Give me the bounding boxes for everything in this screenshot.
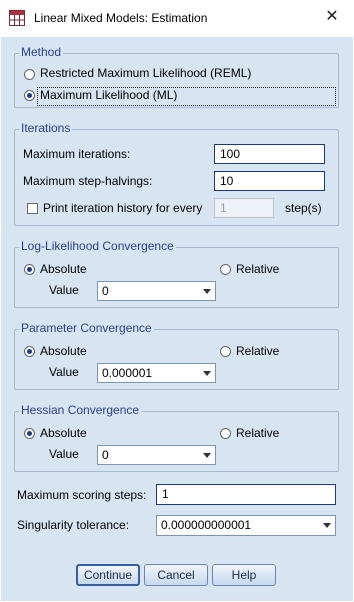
iterations-group: Iterations Maximum iterations: 100 Maxim…	[14, 121, 339, 226]
singularity-tolerance-select[interactable]: 0.000000000001	[156, 515, 336, 536]
continue-button[interactable]: Continue	[76, 564, 140, 586]
singularity-tolerance-label: Singularity tolerance:	[17, 518, 130, 532]
pc-absolute-label[interactable]: Absolute	[40, 344, 87, 358]
print-history-label[interactable]: Print iteration history for every	[43, 201, 202, 215]
max-scoring-steps-label: Maximum scoring steps:	[17, 488, 147, 502]
log-likelihood-legend: Log-Likelihood Convergence	[19, 239, 176, 253]
hc-absolute-radio[interactable]	[24, 428, 35, 439]
hc-value-select[interactable]: 0	[97, 445, 216, 465]
hessian-group: Hessian Convergence Absolute Relative Va…	[14, 403, 339, 472]
max-iterations-label: Maximum iterations:	[23, 147, 131, 161]
spss-grid-icon	[9, 10, 25, 26]
ll-absolute-label[interactable]: Absolute	[40, 262, 87, 276]
parameter-legend: Parameter Convergence	[19, 321, 154, 335]
reml-label[interactable]: Restricted Maximum Likelihood (REML)	[40, 66, 251, 80]
close-icon[interactable]: ✕	[320, 6, 344, 28]
cancel-button[interactable]: Cancel	[144, 564, 208, 586]
title-bar[interactable]: Linear Mixed Models: Estimation ✕	[0, 0, 354, 36]
method-group: Method Restricted Maximum Likelihood (RE…	[14, 45, 339, 108]
ll-absolute-radio[interactable]	[24, 264, 35, 275]
max-step-halvings-input[interactable]: 10	[214, 171, 325, 191]
pc-absolute-radio[interactable]	[24, 346, 35, 357]
chevron-down-icon	[203, 371, 211, 376]
iterations-legend: Iterations	[19, 121, 73, 135]
help-button[interactable]: Help	[212, 564, 276, 586]
ll-relative-radio[interactable]	[220, 264, 231, 275]
chevron-down-icon	[203, 453, 211, 458]
pc-relative-label[interactable]: Relative	[236, 344, 279, 358]
ll-value-label: Value	[49, 283, 79, 297]
reml-radio[interactable]	[24, 69, 35, 80]
dialog-body: Method Restricted Maximum Likelihood (RE…	[1, 37, 353, 601]
hc-value-label: Value	[49, 447, 79, 461]
ml-radio[interactable]	[24, 90, 35, 101]
ll-value-select[interactable]: 0	[97, 281, 216, 301]
ll-value-text: 0	[102, 284, 109, 298]
hc-relative-label[interactable]: Relative	[236, 426, 279, 440]
log-likelihood-group: Log-Likelihood Convergence Absolute Rela…	[14, 239, 339, 308]
pc-value-select[interactable]: 0.000001	[97, 363, 216, 383]
max-scoring-steps-input[interactable]: 1	[156, 484, 336, 505]
ll-relative-label[interactable]: Relative	[236, 262, 279, 276]
step-unit-label: step(s)	[285, 201, 322, 215]
pc-value-text: 0.000001	[102, 366, 153, 380]
pc-value-label: Value	[49, 365, 79, 379]
pc-relative-radio[interactable]	[220, 346, 231, 357]
singularity-tolerance-text: 0.000000000001	[161, 518, 252, 532]
chevron-down-icon	[203, 289, 211, 294]
print-history-steps-input[interactable]: 1	[214, 198, 274, 218]
chevron-down-icon	[323, 523, 331, 528]
ml-label[interactable]: Maximum Likelihood (ML)	[40, 88, 177, 102]
max-iterations-input[interactable]: 100	[214, 144, 325, 164]
hessian-legend: Hessian Convergence	[19, 403, 142, 417]
hc-relative-radio[interactable]	[220, 428, 231, 439]
max-step-halvings-label: Maximum step-halvings:	[23, 174, 153, 188]
method-legend: Method	[19, 45, 64, 59]
window-title: Linear Mixed Models: Estimation	[34, 11, 208, 25]
print-history-checkbox[interactable]	[27, 203, 38, 214]
hc-value-text: 0	[102, 448, 109, 462]
parameter-group: Parameter Convergence Absolute Relative …	[14, 321, 339, 390]
hc-absolute-label[interactable]: Absolute	[40, 426, 87, 440]
